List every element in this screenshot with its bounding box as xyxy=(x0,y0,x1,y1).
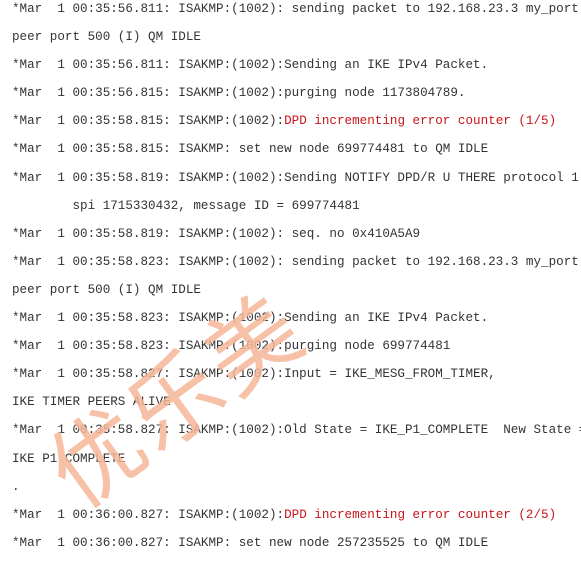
log-line: *Mar 1 00:35:58.819: ISAKMP:(1002): seq.… xyxy=(12,225,581,253)
log-line: *Mar 1 00:35:56.811: ISAKMP:(1002): send… xyxy=(12,0,581,28)
log-line-text: *Mar 1 00:35:58.823: ISAKMP:(1002):purgi… xyxy=(12,339,451,354)
log-line: *Mar 1 00:35:58.827: ISAKMP:(1002):Input… xyxy=(12,365,581,393)
dpd-error-highlight: DPD incrementing error counter (2/5) xyxy=(284,507,557,522)
log-line-text: *Mar 1 00:35:58.827: ISAKMP:(1002):Old S… xyxy=(12,423,581,438)
log-line: *Mar 1 00:35:56.811: ISAKMP:(1002):Sendi… xyxy=(12,56,581,84)
log-line: *Mar 1 00:35:58.827: ISAKMP:(1002):Old S… xyxy=(12,421,581,449)
log-line: *Mar 1 00:35:58.823: ISAKMP:(1002): send… xyxy=(12,253,581,281)
log-line: peer port 500 (I) QM IDLE xyxy=(12,28,581,56)
log-line: *Mar 1 00:35:58.815: ISAKMP: set new nod… xyxy=(12,140,581,168)
dpd-error-highlight: DPD incrementing error counter (1/5) xyxy=(284,114,557,129)
log-line: *Mar 1 00:35:58.815: ISAKMP:(1002):DPD i… xyxy=(12,112,581,140)
log-line-text: *Mar 1 00:35:58.815: ISAKMP:(1002): xyxy=(12,114,285,129)
log-line-text: *Mar 1 00:36:00.827: ISAKMP: set new nod… xyxy=(12,535,489,550)
log-line: *Mar 1 00:35:56.815: ISAKMP:(1002):purgi… xyxy=(12,84,581,112)
log-line: *Mar 1 00:35:58.823: ISAKMP:(1002):purgi… xyxy=(12,337,581,365)
log-line-text: *Mar 1 00:35:56.811: ISAKMP:(1002):Sendi… xyxy=(12,58,489,73)
log-line: *Mar 1 00:36:00.827: ISAKMP: set new nod… xyxy=(12,534,581,562)
debug-log: *Mar 1 00:35:56.811: ISAKMP:(1002): send… xyxy=(12,0,581,562)
log-line: peer port 500 (I) QM IDLE xyxy=(12,281,581,309)
log-line: . xyxy=(12,478,581,506)
log-line-text: *Mar 1 00:35:58.827: ISAKMP:(1002):Input… xyxy=(12,367,496,382)
log-line-text: *Mar 1 00:35:58.819: ISAKMP:(1002):Sendi… xyxy=(12,170,579,185)
log-line-text: IKE P1 COMPLETE xyxy=(12,451,126,466)
log-line-text: *Mar 1 00:36:00.827: ISAKMP:(1002): xyxy=(12,507,285,522)
log-line: *Mar 1 00:36:00.827: ISAKMP:(1002):DPD i… xyxy=(12,506,581,534)
log-line-text: *Mar 1 00:35:58.819: ISAKMP:(1002): seq.… xyxy=(12,226,421,241)
log-line-text: spi 1715330432, message ID = 699774481 xyxy=(12,198,360,213)
log-line: *Mar 1 00:35:58.819: ISAKMP:(1002):Sendi… xyxy=(12,169,581,197)
log-line: IKE TIMER PEERS ALIVE xyxy=(12,393,581,421)
log-line-text: IKE TIMER PEERS ALIVE xyxy=(12,395,171,410)
log-line-text: . xyxy=(12,479,20,494)
log-line-text: peer port 500 (I) QM IDLE xyxy=(12,30,201,45)
log-line: spi 1715330432, message ID = 699774481 xyxy=(12,197,581,225)
log-line: *Mar 1 00:35:58.823: ISAKMP:(1002):Sendi… xyxy=(12,309,581,337)
log-line-text: *Mar 1 00:35:56.811: ISAKMP:(1002): send… xyxy=(12,2,581,16)
log-line: IKE P1 COMPLETE xyxy=(12,450,581,478)
log-line-text: *Mar 1 00:35:58.823: ISAKMP:(1002): send… xyxy=(12,254,581,269)
log-line-text: peer port 500 (I) QM IDLE xyxy=(12,282,201,297)
log-line-text: *Mar 1 00:35:58.815: ISAKMP: set new nod… xyxy=(12,142,489,157)
log-line-text: *Mar 1 00:35:56.815: ISAKMP:(1002):purgi… xyxy=(12,86,466,101)
log-line-text: *Mar 1 00:35:58.823: ISAKMP:(1002):Sendi… xyxy=(12,311,489,326)
